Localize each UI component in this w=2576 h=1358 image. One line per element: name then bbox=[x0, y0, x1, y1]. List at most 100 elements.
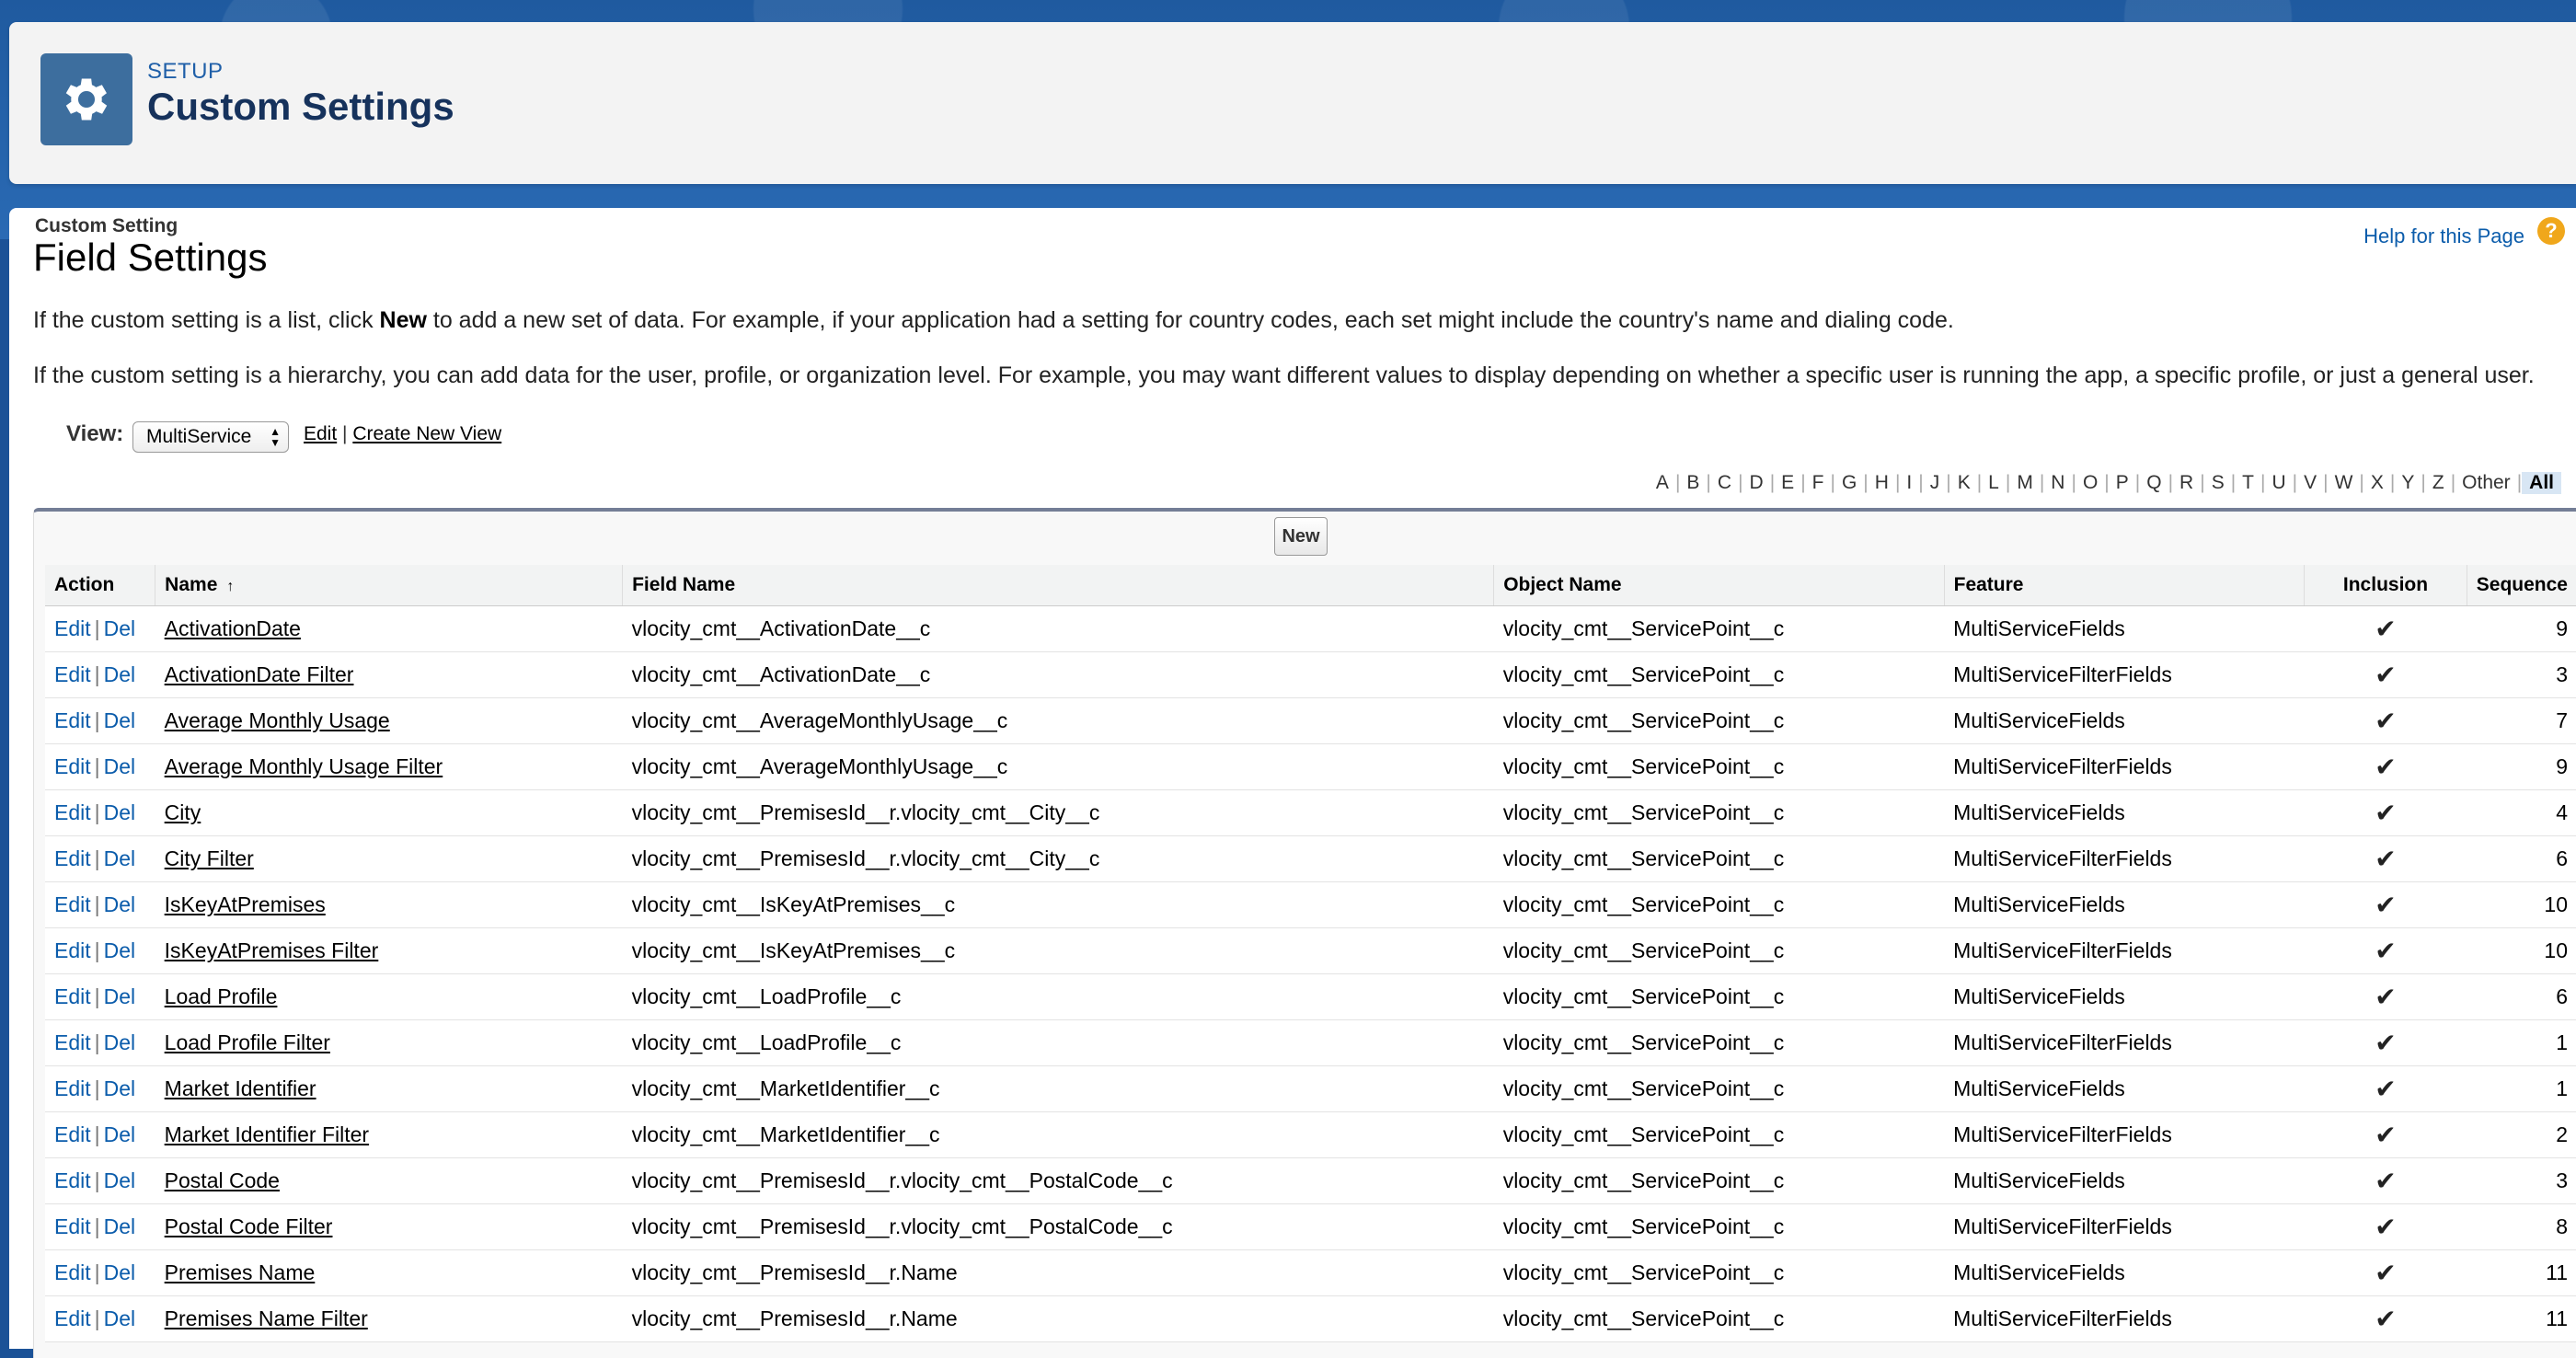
sequence-cell: 8 bbox=[2467, 1203, 2576, 1250]
edit-link[interactable]: Edit bbox=[54, 754, 91, 778]
record-name-link[interactable]: City Filter bbox=[165, 846, 254, 870]
delete-link[interactable]: Del bbox=[104, 1168, 136, 1192]
col-inclusion[interactable]: Inclusion bbox=[2304, 565, 2467, 606]
delete-link[interactable]: Del bbox=[104, 754, 136, 778]
delete-link[interactable]: Del bbox=[104, 938, 136, 962]
record-name-link[interactable]: Average Monthly Usage bbox=[165, 708, 390, 732]
row-actions: Edit | Del bbox=[45, 605, 155, 652]
record-name-link[interactable]: Average Monthly Usage Filter bbox=[165, 754, 443, 778]
alpha-filter-p[interactable]: P bbox=[2110, 472, 2135, 494]
edit-view-link[interactable]: Edit bbox=[304, 423, 337, 444]
record-name-link[interactable]: ActivationDate bbox=[165, 616, 301, 640]
edit-link[interactable]: Edit bbox=[54, 1030, 91, 1054]
delete-link[interactable]: Del bbox=[104, 616, 136, 640]
delete-link[interactable]: Del bbox=[104, 1260, 136, 1284]
record-name-link[interactable]: IsKeyAtPremises bbox=[165, 892, 326, 916]
delete-link[interactable]: Del bbox=[104, 846, 136, 870]
feature-cell: MultiServiceFields bbox=[1944, 881, 2305, 928]
delete-link[interactable]: Del bbox=[104, 1076, 136, 1100]
alpha-filter-n[interactable]: N bbox=[2044, 472, 2071, 494]
alpha-filter-h[interactable]: H bbox=[1869, 472, 1895, 494]
header-title: Custom Settings bbox=[147, 85, 454, 128]
record-name-link[interactable]: City bbox=[165, 800, 201, 824]
edit-link[interactable]: Edit bbox=[54, 1168, 91, 1192]
alpha-filter-u[interactable]: U bbox=[2265, 472, 2292, 494]
col-field-name[interactable]: Field Name bbox=[622, 565, 1494, 606]
delete-link[interactable]: Del bbox=[104, 662, 136, 686]
alpha-filter-g[interactable]: G bbox=[1835, 472, 1863, 494]
edit-link[interactable]: Edit bbox=[54, 984, 91, 1008]
table-row: Edit | Del Average Monthly Usage Filter vloc… bbox=[45, 743, 2576, 790]
record-name-link[interactable]: IsKeyAtPremises Filter bbox=[165, 938, 379, 962]
edit-link[interactable]: Edit bbox=[54, 892, 91, 916]
help-link[interactable]: Help for this Page bbox=[2363, 224, 2524, 248]
alpha-filter-r[interactable]: R bbox=[2173, 472, 2200, 494]
alpha-filter-v[interactable]: V bbox=[2297, 472, 2323, 494]
delete-link[interactable]: Del bbox=[104, 1306, 136, 1330]
field-name-cell: vlocity_cmt__IsKeyAtPremises__c bbox=[622, 927, 1494, 974]
record-name-link[interactable]: Premises Name Filter bbox=[165, 1306, 368, 1330]
record-name-link[interactable]: Postal Code Filter bbox=[165, 1214, 333, 1238]
col-feature[interactable]: Feature bbox=[1943, 565, 2305, 606]
alpha-filter-t[interactable]: T bbox=[2236, 472, 2260, 494]
record-name-link[interactable]: ActivationDate Filter bbox=[165, 662, 354, 686]
col-sequence[interactable]: Sequence bbox=[2466, 565, 2576, 606]
alpha-filter-q[interactable]: Q bbox=[2140, 472, 2168, 494]
alpha-filter-y[interactable]: Y bbox=[2395, 472, 2421, 494]
delete-link[interactable]: Del bbox=[104, 1122, 136, 1146]
col-name[interactable]: Name ↑ bbox=[155, 565, 623, 606]
alpha-filter-j[interactable]: J bbox=[1924, 472, 1947, 494]
alpha-filter-l[interactable]: L bbox=[1982, 472, 2006, 494]
edit-link[interactable]: Edit bbox=[54, 846, 91, 870]
delete-link[interactable]: Del bbox=[104, 800, 136, 824]
alpha-filter-all[interactable]: All bbox=[2522, 472, 2561, 494]
list-description: If the custom setting is a list, click N… bbox=[33, 307, 1954, 333]
alpha-filter-d[interactable]: D bbox=[1743, 472, 1770, 494]
edit-link[interactable]: Edit bbox=[54, 616, 91, 640]
inclusion-cell: ✔ bbox=[2304, 973, 2467, 1020]
alpha-filter-i[interactable]: I bbox=[1900, 472, 1918, 494]
edit-link[interactable]: Edit bbox=[54, 1214, 91, 1238]
delete-link[interactable]: Del bbox=[104, 1214, 136, 1238]
alpha-filter-o[interactable]: O bbox=[2076, 472, 2104, 494]
alpha-filter-a[interactable]: A bbox=[1650, 472, 1675, 494]
delete-link[interactable]: Del bbox=[104, 984, 136, 1008]
record-name-link[interactable]: Market Identifier bbox=[165, 1076, 316, 1100]
alpha-filter-e[interactable]: E bbox=[1775, 472, 1800, 494]
delete-link[interactable]: Del bbox=[104, 1030, 136, 1054]
alpha-filter-f[interactable]: F bbox=[1806, 472, 1831, 494]
alpha-filter-other[interactable]: Other bbox=[2455, 472, 2517, 494]
edit-link[interactable]: Edit bbox=[54, 662, 91, 686]
delete-link[interactable]: Del bbox=[104, 892, 136, 916]
name-cell: IsKeyAtPremises Filter bbox=[155, 927, 623, 974]
col-object-name[interactable]: Object Name bbox=[1493, 565, 1945, 606]
edit-link[interactable]: Edit bbox=[54, 1076, 91, 1100]
new-button[interactable]: New bbox=[1274, 517, 1328, 556]
alpha-filter-m[interactable]: M bbox=[2010, 472, 2040, 494]
edit-link[interactable]: Edit bbox=[54, 1306, 91, 1330]
alpha-filter-k[interactable]: K bbox=[1951, 472, 1977, 494]
alpha-filter-c[interactable]: C bbox=[1711, 472, 1738, 494]
action-separator: | bbox=[94, 800, 100, 824]
edit-link[interactable]: Edit bbox=[54, 708, 91, 732]
alpha-filter-z[interactable]: Z bbox=[2426, 472, 2451, 494]
alpha-filter-s[interactable]: S bbox=[2205, 472, 2231, 494]
view-select[interactable]: MultiService ▲ ▼ bbox=[132, 421, 289, 453]
record-name-link[interactable]: Premises Name bbox=[165, 1260, 316, 1284]
edit-link[interactable]: Edit bbox=[54, 800, 91, 824]
record-name-link[interactable]: Load Profile Filter bbox=[165, 1030, 330, 1054]
record-name-link[interactable]: Market Identifier Filter bbox=[165, 1122, 369, 1146]
edit-link[interactable]: Edit bbox=[54, 1260, 91, 1284]
edit-link[interactable]: Edit bbox=[54, 1122, 91, 1146]
alpha-filter-w[interactable]: W bbox=[2329, 472, 2360, 494]
object-name-cell: vlocity_cmt__ServicePoint__c bbox=[1493, 835, 1945, 882]
create-view-link[interactable]: Create New View bbox=[352, 423, 501, 444]
record-name-link[interactable]: Load Profile bbox=[165, 984, 278, 1008]
record-name-link[interactable]: Postal Code bbox=[165, 1168, 280, 1192]
edit-link[interactable]: Edit bbox=[54, 938, 91, 962]
help-icon[interactable]: ? bbox=[2537, 217, 2565, 245]
action-separator: | bbox=[94, 846, 100, 870]
alpha-filter-b[interactable]: B bbox=[1680, 472, 1706, 494]
delete-link[interactable]: Del bbox=[104, 708, 136, 732]
alpha-filter-x[interactable]: X bbox=[2364, 472, 2390, 494]
